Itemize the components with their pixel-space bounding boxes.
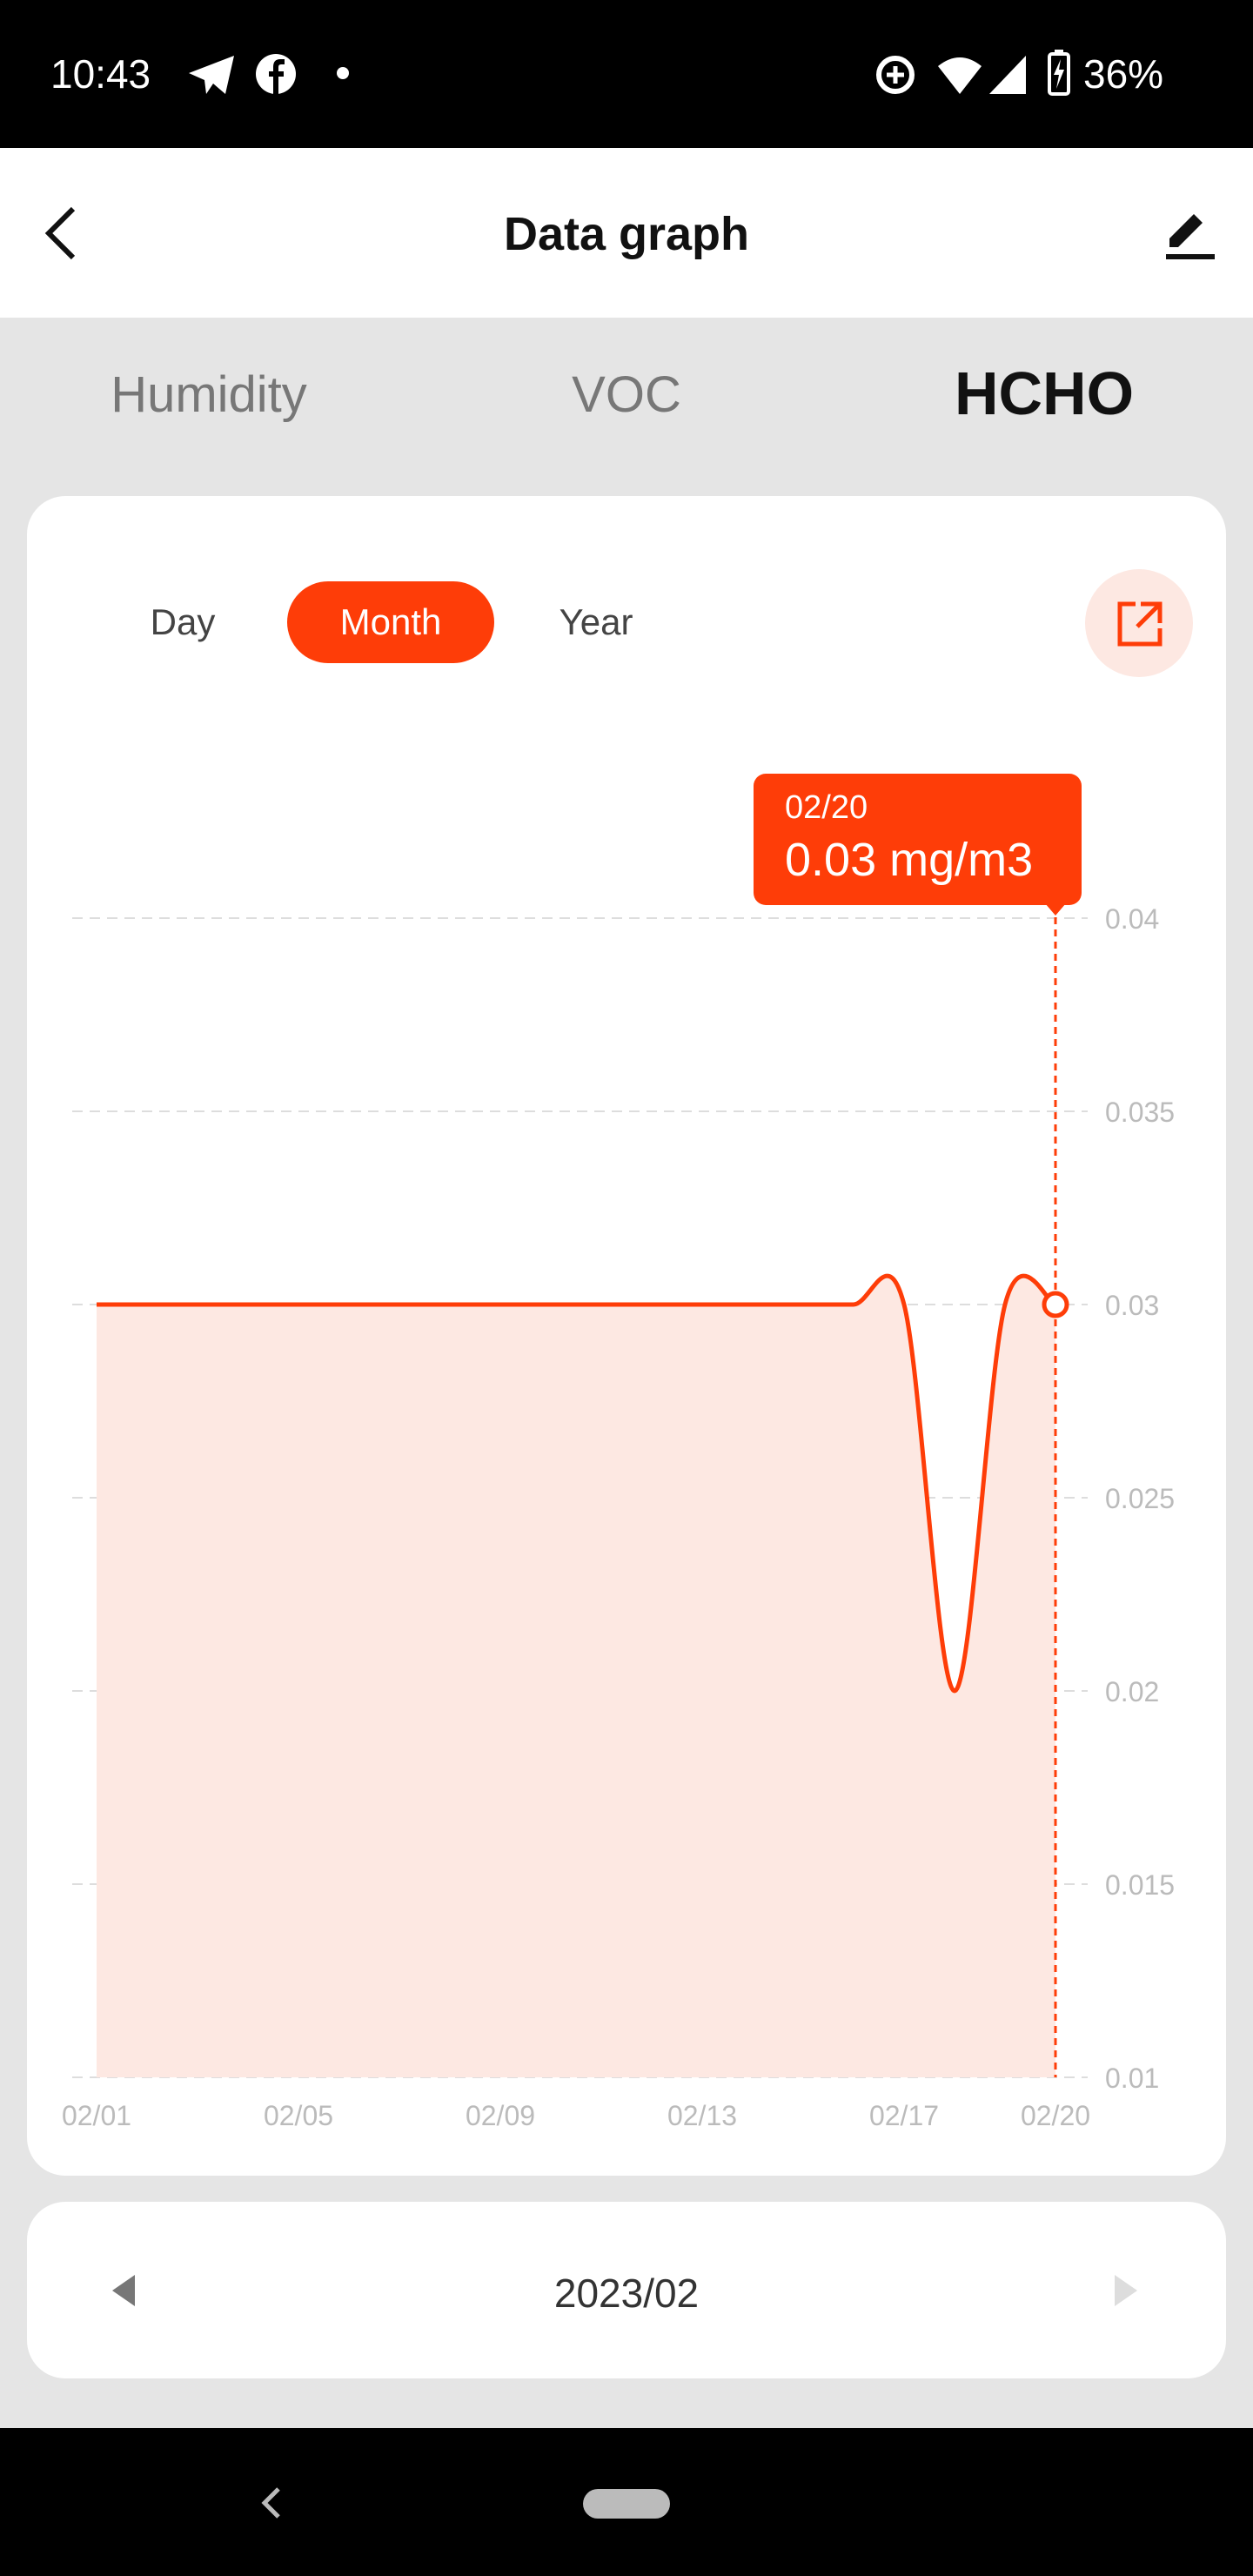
y-tick-label: 0.015 [1105,1869,1175,1901]
triangle-right-icon[interactable] [1113,2273,1139,2308]
x-tick-label: 02/01 [62,2100,131,2131]
selected-point [1042,1291,1069,1318]
y-tick-label: 0.035 [1105,1097,1175,1128]
hcho-chart[interactable]: 0.04 0.035 0.03 0.025 0.02 0.015 0.01 02/01 02/0… [0,0,1253,2176]
tooltip-date: 02/20 [785,789,868,826]
navigation-bar [0,2428,1253,2576]
y-tick-label: 0.01 [1105,2063,1159,2094]
x-tick-label: 02/13 [667,2100,737,2131]
y-tick-label: 0.02 [1105,1676,1159,1707]
x-tick-label: 02/09 [466,2100,535,2131]
y-tick-label: 0.03 [1105,1290,1159,1321]
area-fill [97,1276,1055,2077]
nav-back-icon[interactable] [258,2485,284,2520]
y-tick-label: 0.025 [1105,1483,1175,1514]
tooltip-value: 0.03 mg/m3 [785,834,1034,886]
x-tick-label: 02/17 [869,2100,939,2131]
x-tick-label: 02/05 [264,2100,333,2131]
y-tick-label: 0.04 [1105,903,1159,935]
period-selector: 2023/02 [27,2202,1226,2378]
x-tick-label: 02/20 [1021,2100,1090,2131]
tooltip: 02/20 0.03 mg/m3 [754,774,1082,905]
home-pill[interactable] [583,2489,670,2519]
tooltip-pointer [1045,903,1066,916]
period-label: 2023/02 [553,2271,700,2316]
